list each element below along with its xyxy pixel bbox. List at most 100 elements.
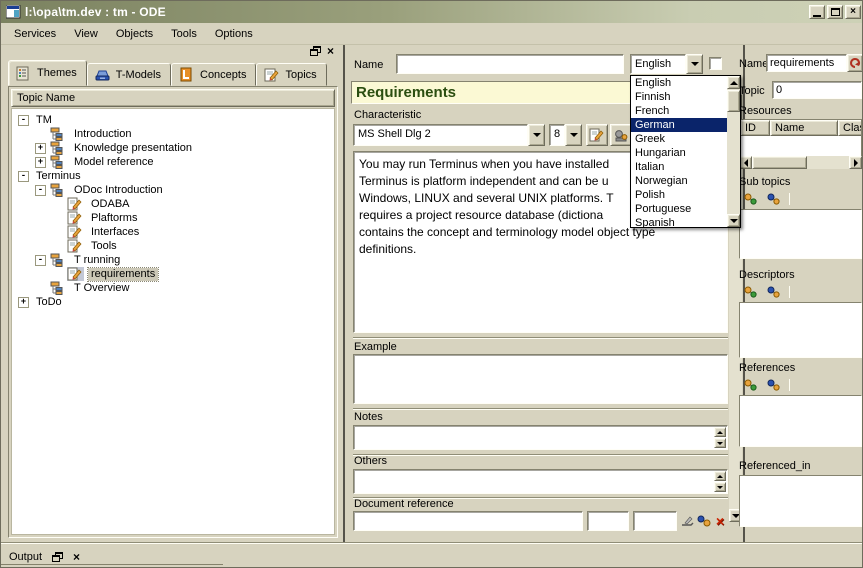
language-option[interactable]: Greek (631, 132, 727, 146)
docref-delete-button[interactable]: × (712, 512, 728, 530)
tab-concepts[interactable]: Concepts (171, 63, 256, 86)
language-option[interactable]: English (631, 76, 727, 90)
tree-row[interactable]: requirements (12, 267, 334, 281)
dock-close-button[interactable]: × (327, 46, 334, 56)
tree-row[interactable]: Knowledge presentation (12, 141, 334, 155)
others-scroll-down-button[interactable] (714, 482, 726, 492)
language-option[interactable]: Hungarian (631, 146, 727, 160)
descriptors-link-button[interactable] (764, 284, 784, 299)
scroll-down-button[interactable] (727, 214, 740, 227)
subtopics-link-button[interactable] (764, 191, 784, 206)
column-header-id[interactable]: ID (740, 120, 770, 136)
docref-link-button[interactable] (696, 512, 712, 530)
language-option[interactable]: German (631, 118, 727, 132)
language-option[interactable]: Norwegian (631, 174, 727, 188)
tree-row[interactable]: ToDo (12, 295, 334, 309)
document-reference-input[interactable] (353, 511, 583, 531)
language-option[interactable]: Finnish (631, 90, 727, 104)
topic-tree[interactable]: TM Introduction (11, 108, 335, 535)
scroll-up-button[interactable] (727, 76, 740, 89)
topic-name-input[interactable] (766, 54, 847, 72)
section-separator (353, 454, 728, 456)
close-button[interactable]: × (845, 5, 861, 19)
menu-item[interactable]: View (65, 25, 107, 43)
notes-scroll-up-button[interactable] (714, 427, 726, 437)
notes-scroll-down-button[interactable] (714, 438, 726, 448)
dock-float-button[interactable] (310, 46, 321, 56)
descriptors-add-button[interactable] (741, 284, 761, 299)
language-combobox[interactable]: English (630, 54, 703, 74)
tab-topics[interactable]: Topics (256, 63, 326, 86)
edit-text-button[interactable] (586, 124, 608, 146)
subtopics-add-button[interactable] (741, 191, 761, 206)
references-list[interactable] (739, 395, 862, 447)
document-reference-position-input[interactable] (633, 511, 677, 531)
language-dropdown-button[interactable] (686, 54, 703, 74)
tree-row[interactable]: ODABA (12, 197, 334, 211)
panel-splitter-left[interactable] (343, 45, 345, 542)
minimize-button[interactable] (809, 5, 825, 19)
tab-themes[interactable]: Themes (8, 60, 87, 86)
document-reference-page-input[interactable] (587, 511, 629, 531)
notes-textarea[interactable] (353, 425, 728, 450)
language-option[interactable]: Spanish (631, 216, 727, 228)
language-option[interactable]: Polish (631, 188, 727, 202)
language-option[interactable]: Italian (631, 160, 727, 174)
scrollbar-thumb[interactable] (727, 90, 740, 112)
tree-row[interactable]: ODoc Introduction (12, 183, 334, 197)
menu-item[interactable]: Services (5, 25, 65, 43)
font-name-dropdown-button[interactable] (528, 124, 545, 146)
font-name-combobox[interactable]: MS Shell Dlg 2 (353, 124, 545, 146)
menu-item[interactable]: Options (206, 25, 262, 43)
scrollbar-thumb[interactable] (752, 156, 807, 169)
tree-expander-icon[interactable] (35, 143, 46, 154)
output-float-button[interactable] (52, 552, 63, 562)
column-header-name[interactable]: Name (770, 120, 838, 136)
font-size-dropdown-button[interactable] (565, 124, 582, 146)
topic-edit-icon (67, 225, 84, 239)
tree-row[interactable]: Tools (12, 239, 334, 253)
tree-expander-icon[interactable] (35, 157, 46, 168)
tree-row[interactable]: Model reference (12, 155, 334, 169)
tab-label: T-Models (116, 69, 161, 81)
tree-row[interactable]: Introduction (12, 127, 334, 141)
tree-row[interactable]: Terminus (12, 169, 334, 183)
stamp-button[interactable] (610, 124, 632, 146)
docref-sign-button[interactable] (680, 512, 696, 530)
example-textarea[interactable] (353, 354, 728, 404)
language-checkbox[interactable] (709, 57, 722, 70)
resources-horizontal-scrollbar[interactable] (739, 156, 862, 169)
tree-expander-icon[interactable] (35, 255, 46, 266)
menu-item[interactable]: Tools (162, 25, 206, 43)
menu-item[interactable]: Objects (107, 25, 162, 43)
reload-topic-button[interactable] (847, 54, 863, 72)
dropdown-scrollbar[interactable] (727, 76, 740, 227)
tree-expander-icon[interactable] (18, 115, 29, 126)
references-link-button[interactable] (764, 377, 784, 392)
scroll-right-button[interactable] (849, 156, 862, 169)
name-input[interactable] (396, 54, 624, 74)
others-textarea[interactable] (353, 469, 728, 494)
subtopics-list[interactable] (739, 209, 862, 259)
output-close-button[interactable]: × (73, 552, 80, 562)
tree-row[interactable]: T Overview (12, 281, 334, 295)
tree-row[interactable]: T running (12, 253, 334, 267)
language-option[interactable]: Portuguese (631, 202, 727, 216)
tree-expander-icon[interactable] (18, 171, 29, 182)
others-scroll-up-button[interactable] (714, 471, 726, 481)
tree-row[interactable]: TM (12, 113, 334, 127)
tree-expander-icon[interactable] (18, 297, 29, 308)
column-header-class[interactable]: Class (838, 120, 862, 136)
references-add-button[interactable] (741, 377, 761, 392)
tree-expander-icon[interactable] (35, 185, 46, 196)
maximize-button[interactable] (827, 5, 843, 19)
topic-id-input[interactable] (772, 81, 862, 99)
tree-row[interactable]: Plaftorms (12, 211, 334, 225)
font-size-combobox[interactable]: 8 (549, 124, 582, 146)
descriptors-list[interactable] (739, 302, 862, 358)
referenced-in-list[interactable] (739, 475, 862, 527)
tree-row[interactable]: Interfaces (12, 225, 334, 239)
tab-t-models[interactable]: T-Models (87, 63, 171, 86)
language-option[interactable]: French (631, 104, 727, 118)
tree-column-header[interactable]: Topic Name (11, 89, 335, 107)
